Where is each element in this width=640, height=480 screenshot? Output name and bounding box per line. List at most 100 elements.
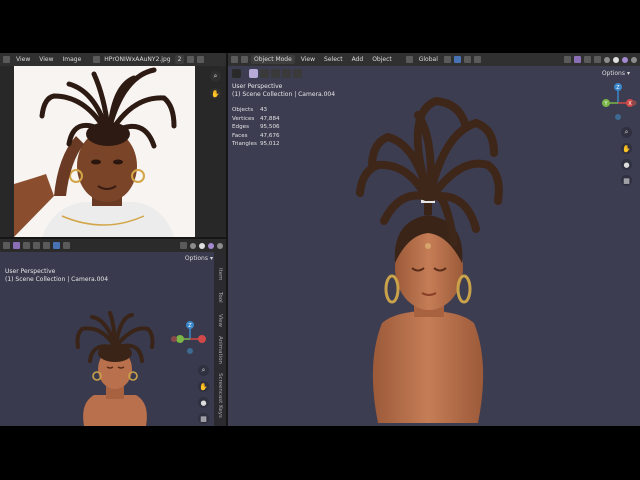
secondary-viewport-header [0,239,226,252]
main-viewport-header: Object Mode View Select Add Object Globa… [228,53,640,66]
menu-view[interactable]: View [298,55,318,64]
editor-type-icon[interactable] [3,242,10,249]
stat-row: Objects 43 [232,107,268,113]
sidebar-tab-item[interactable]: Item [217,268,223,281]
gizmo-toggle-icon[interactable] [574,56,581,63]
image-users-count[interactable]: 2 [174,55,185,64]
grid-view-icon[interactable]: ▦ [621,175,632,186]
shading-material-icon[interactable] [622,56,628,63]
image-name[interactable]: HPrONIWxAAuNY2.jpg [103,55,171,64]
fake-user-icon[interactable] [187,56,195,63]
chevron-down-icon: ▾ [626,70,630,77]
proportional-edit-icon[interactable] [473,56,481,63]
select-invert-icon[interactable] [282,68,291,78]
main-options-dropdown[interactable]: Options ▾ [602,70,630,77]
main-view-info: User Perspective (1) Scene Collection | … [232,83,335,99]
select-subtract-icon[interactable] [271,68,280,78]
snap-icon[interactable] [453,56,461,63]
menu-view-1[interactable]: View [13,55,33,64]
overlay-toggle-icon[interactable] [584,56,591,63]
pan-hand-icon[interactable]: ✋ [621,143,632,154]
xray-icon[interactable] [180,242,187,249]
editor-type-icon[interactable] [231,56,238,63]
xray-icon[interactable] [594,56,601,63]
menu-select[interactable]: Select [321,55,346,64]
shading-material-icon[interactable] [208,242,214,249]
letterbox-top [0,0,640,53]
main-nav-buttons: ⌕ ✋ ● ▦ [621,127,632,186]
zoom-icon[interactable]: ⌕ [198,365,209,376]
cursor-tool-icon[interactable] [232,68,241,78]
main-bust-model [356,96,503,423]
image-nav-icons: ⌕ ✋ [210,71,221,99]
camera-view-icon[interactable]: ● [621,159,632,170]
secondary-navigation-gizmo[interactable]: Z [170,319,210,359]
letterbox-bottom [0,426,640,480]
secondary-collection-label: (1) Scene Collection | Camera.004 [5,276,109,283]
menu-add[interactable]: Add [349,55,367,64]
overlay-icon[interactable] [63,242,70,249]
blender-window: View View Image HPrONIWxAAuNY2.jpg 2 ⌕ ✋… [0,53,640,426]
zoom-icon[interactable]: ⌕ [621,127,632,138]
sidebar-tab-view[interactable]: View [217,314,223,327]
shading-rendered-icon[interactable] [217,242,223,249]
chevron-down-icon: ▾ [209,255,213,262]
select-mode-icon-2[interactable] [33,242,40,249]
select-extend-icon[interactable] [260,68,269,78]
shading-rendered-icon[interactable] [631,56,637,63]
select-box-icon[interactable] [13,242,20,249]
sidebar-tab-tool[interactable]: Tool [217,292,223,303]
image-browse-icon[interactable] [93,56,101,63]
zoom-icon[interactable]: ⌕ [210,71,221,82]
secondary-3d-viewport[interactable]: Options ▾ User Perspective (1) Scene Col… [0,239,226,426]
shading-wireframe-icon[interactable] [190,242,196,249]
image-editor: View View Image HPrONIWxAAuNY2.jpg 2 ⌕ ✋ [0,53,226,237]
visibility-icon[interactable] [564,56,571,63]
gizmo-z-label: Z [188,323,192,329]
reference-portrait-illustration [14,66,195,237]
shading-solid-icon[interactable] [613,56,619,63]
stat-row: Faces 47,676 [232,132,280,139]
secondary-nav-buttons: ⌕ ✋ ● ▦ [198,365,209,424]
camera-view-icon[interactable]: ● [198,397,209,408]
select-mode-icon-3[interactable] [43,242,50,249]
sidebar-tabs: Item Tool View Animation Screencast Keys [214,252,226,426]
navigation-gizmo[interactable]: Z X Y [598,79,638,123]
pivot-point-icon[interactable] [443,56,451,63]
menu-image[interactable]: Image [60,55,85,64]
gizmo-z-label: Z [616,85,620,91]
transform-orientation-dropdown[interactable]: Global [416,55,441,64]
image-editor-header: View View Image HPrONIWxAAuNY2.jpg 2 [0,53,226,66]
secondary-options-dropdown[interactable]: Options ▾ [185,255,213,262]
secondary-perspective-label: User Perspective [5,268,56,275]
select-new-icon[interactable] [249,68,258,78]
shading-solid-icon[interactable] [199,242,205,249]
object-mode-icon [241,56,248,63]
select-mode-toolbar [232,67,302,79]
shading-wireframe-icon[interactable] [604,56,610,63]
select-intersect-icon[interactable] [293,68,302,78]
snap-target-icon[interactable] [463,56,471,63]
pan-hand-icon[interactable]: ✋ [210,88,221,99]
close-image-icon[interactable] [197,56,205,63]
visibility-icon[interactable] [53,242,60,249]
grid-view-icon[interactable]: ▦ [198,413,209,424]
stat-row: Vertices 47,884 [232,115,280,122]
select-mode-icon[interactable] [23,242,30,249]
reference-image [14,66,195,237]
mode-dropdown[interactable]: Object Mode [251,55,295,64]
editor-type-icon[interactable] [3,56,10,63]
stat-row: Edges 95,506 [232,124,280,131]
pan-hand-icon[interactable]: ✋ [198,381,209,392]
collection-label: (1) Scene Collection | Camera.004 [232,91,336,98]
secondary-bust-model [75,311,155,426]
gizmo-x-label: X [628,101,632,107]
main-3d-viewport[interactable]: Object Mode View Select Add Object Globa… [228,53,640,426]
perspective-label: User Perspective [232,83,283,90]
menu-view-2[interactable]: View [36,55,56,64]
menu-object[interactable]: Object [369,55,395,64]
sidebar-tab-screencast-keys[interactable]: Screencast Keys [217,373,223,418]
transform-orientation-icon [405,56,413,63]
sidebar-tab-animation[interactable]: Animation [217,336,223,364]
options-label: Options [184,255,208,262]
